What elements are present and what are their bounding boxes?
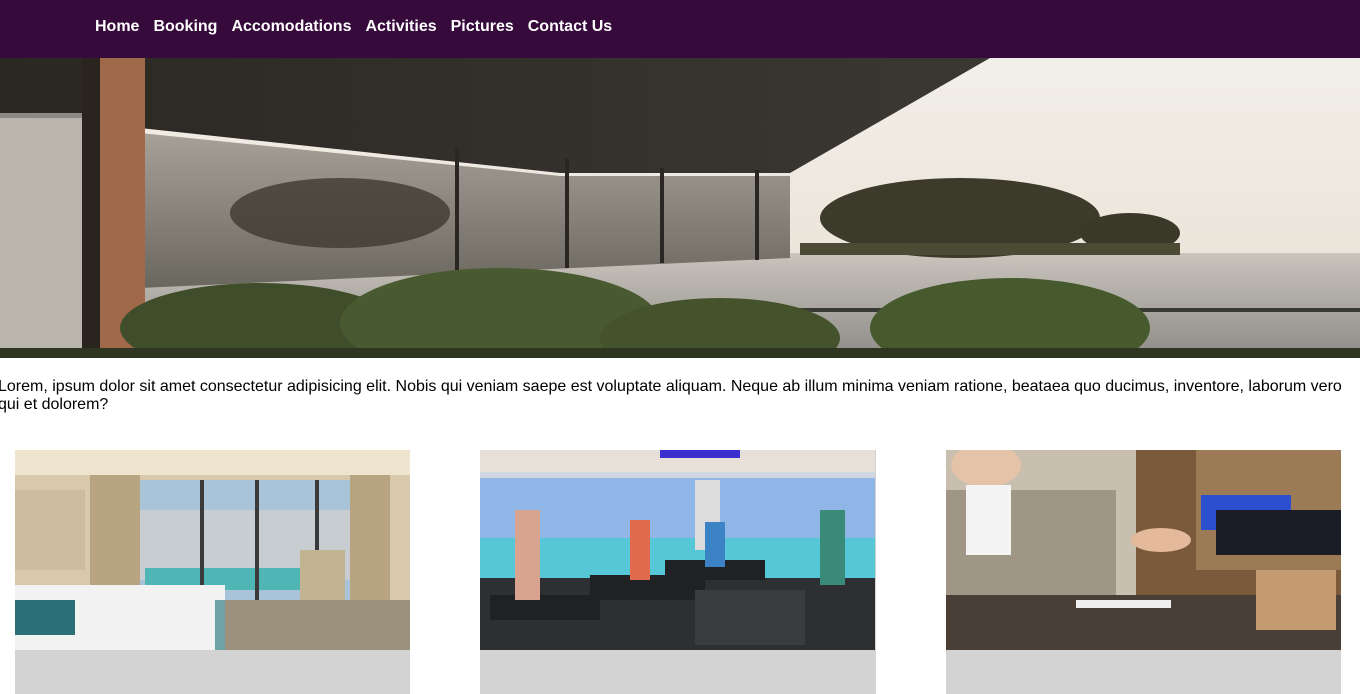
nav-link-accomodations[interactable]: Accomodations: [231, 17, 351, 37]
hero-image: [0, 58, 1360, 358]
card-activities[interactable]: [480, 450, 876, 694]
nav-link-pictures[interactable]: Pictures: [451, 17, 514, 37]
top-navbar: Home Booking Accomodations Activities Pi…: [0, 0, 1360, 58]
nav-links: Home Booking Accomodations Activities Pi…: [95, 17, 612, 37]
card-accommodation[interactable]: [15, 450, 410, 694]
card-image-hotel-room: [15, 450, 410, 650]
card-image-reception: [946, 450, 1341, 650]
nav-link-booking[interactable]: Booking: [153, 17, 217, 37]
nav-link-activities[interactable]: Activities: [365, 17, 436, 37]
intro-paragraph: Lorem, ipsum dolor sit amet consectetur …: [0, 378, 1342, 413]
card-image-gym: [480, 450, 875, 650]
card-booking[interactable]: [946, 450, 1341, 694]
hero-resort-photo: [0, 58, 1360, 358]
nav-link-contact-us[interactable]: Contact Us: [528, 17, 612, 37]
nav-link-home[interactable]: Home: [95, 17, 139, 37]
